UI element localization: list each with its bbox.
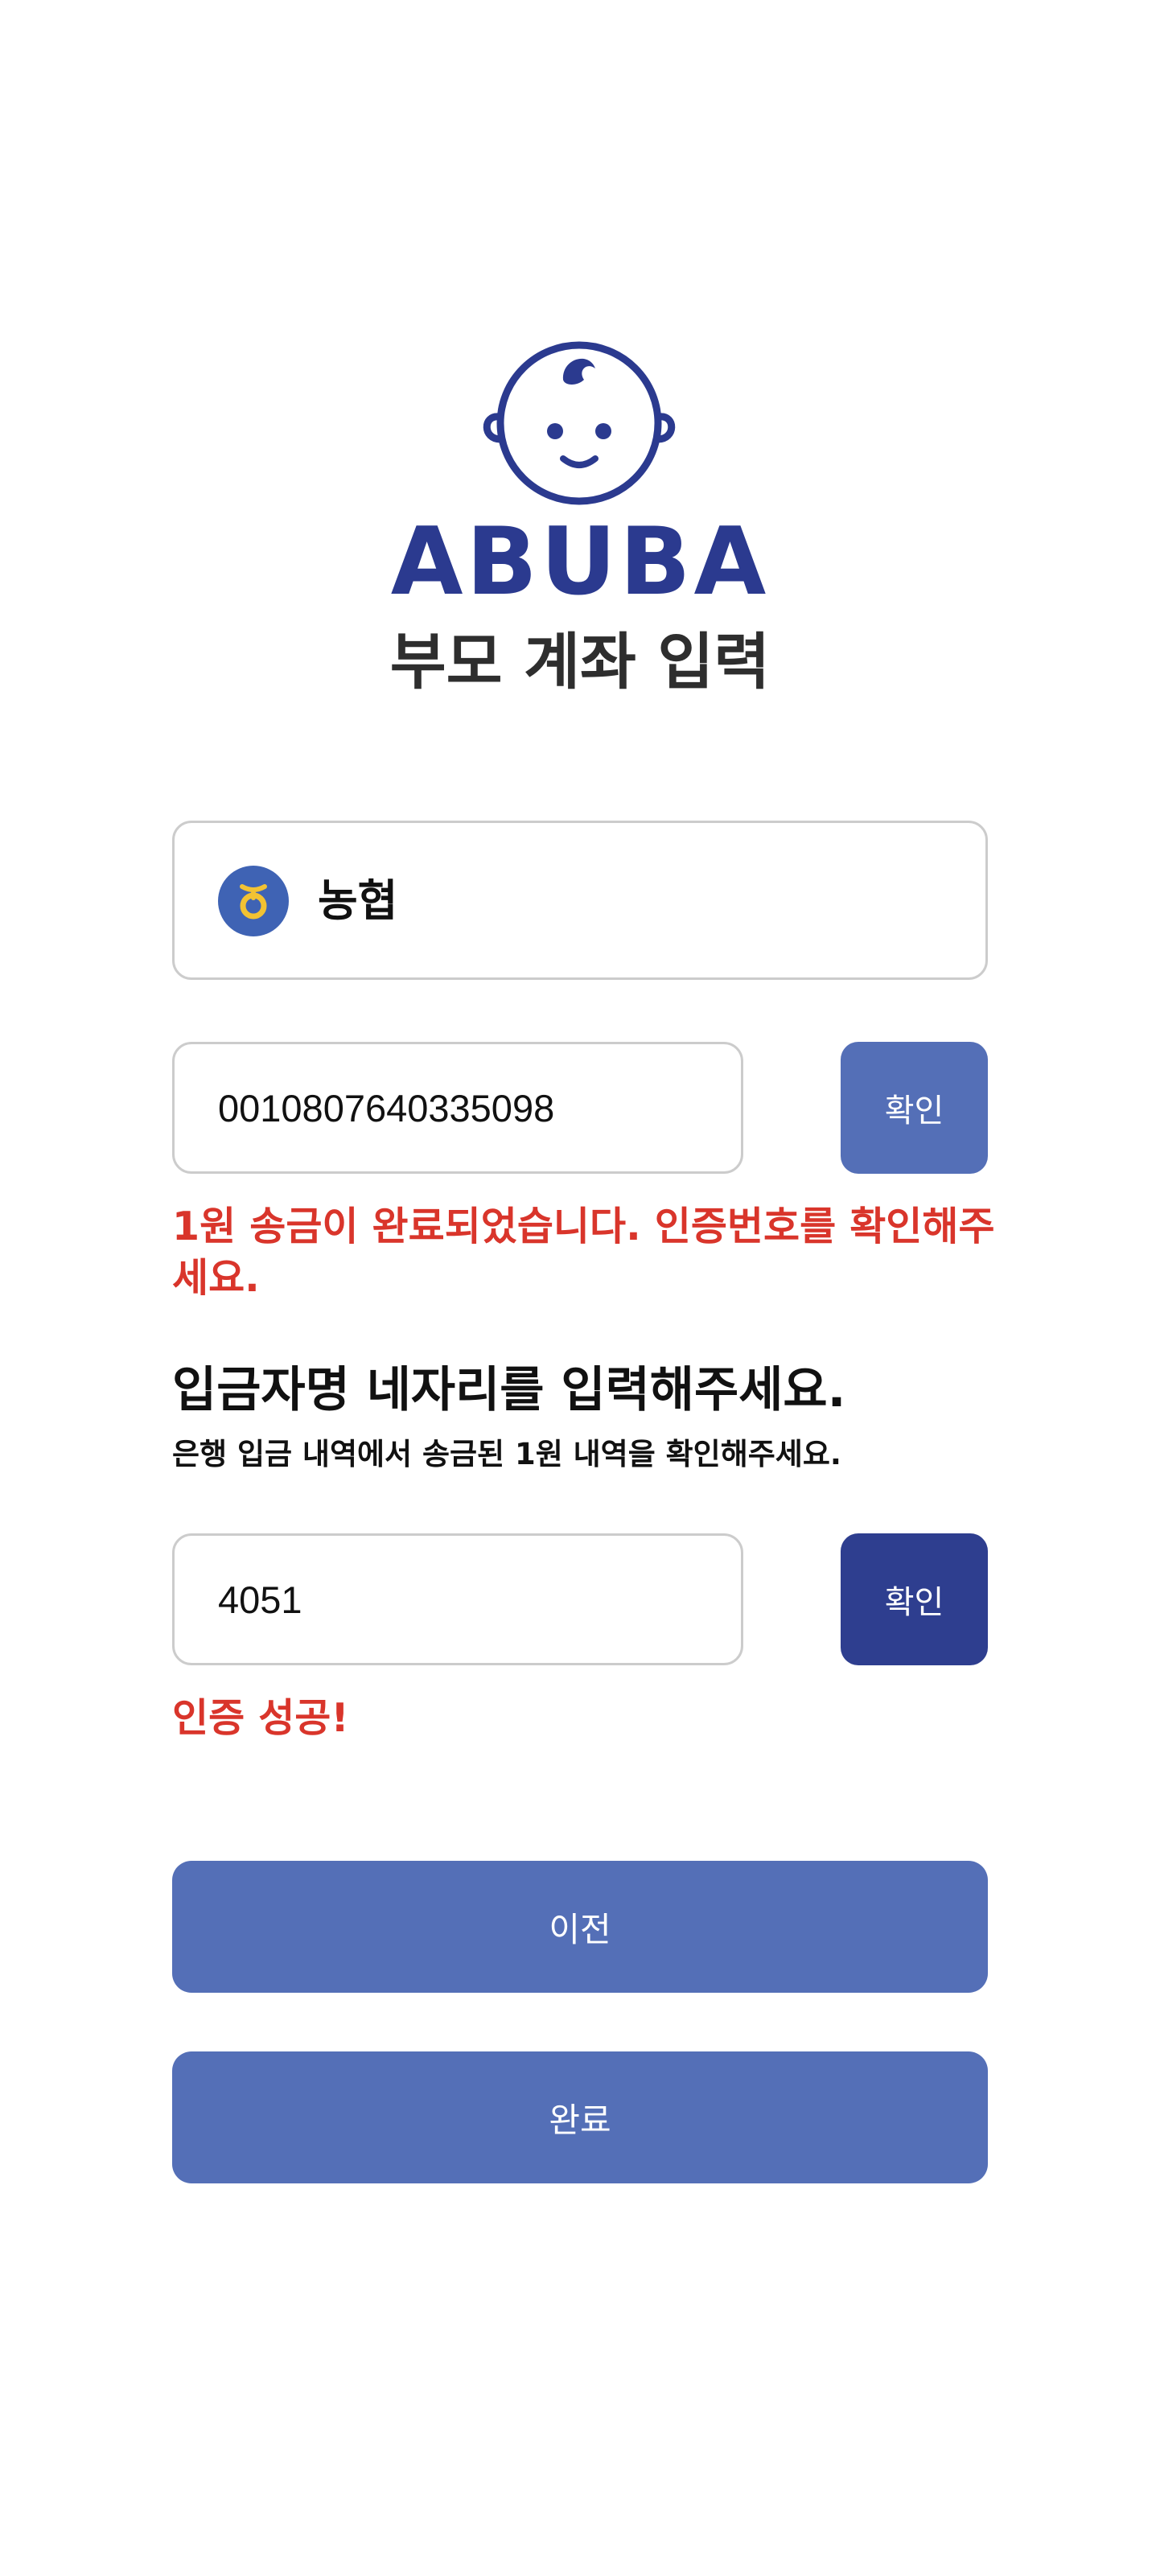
page-title: 부모 계좌 입력 (389, 626, 771, 697)
brand-logo-text: ABUBA (390, 508, 770, 616)
verify-subtitle: 은행 입금 내역에서 송금된 1원 내역을 확인해주세요. (172, 1437, 841, 1471)
baby-face-icon (483, 341, 676, 505)
done-button[interactable]: 완료 (172, 2051, 988, 2183)
bank-name: 농협 (318, 875, 398, 926)
account-number-input[interactable] (172, 1042, 743, 1174)
verify-confirm-button[interactable]: 확인 (841, 1533, 988, 1665)
transfer-sent-message: 1원 송금이 완료되었습니다. 인증번호를 확인해주세요. (172, 1204, 995, 1301)
bank-select[interactable]: 농협 (172, 821, 988, 980)
verify-success-message: 인증 성공! (172, 1695, 349, 1741)
verify-title: 입금자명 네자리를 입력해주세요. (172, 1362, 846, 1418)
prev-button[interactable]: 이전 (172, 1861, 988, 1993)
nh-bank-icon (218, 866, 289, 936)
account-confirm-button[interactable]: 확인 (841, 1042, 988, 1174)
verification-code-input[interactable] (172, 1533, 743, 1665)
